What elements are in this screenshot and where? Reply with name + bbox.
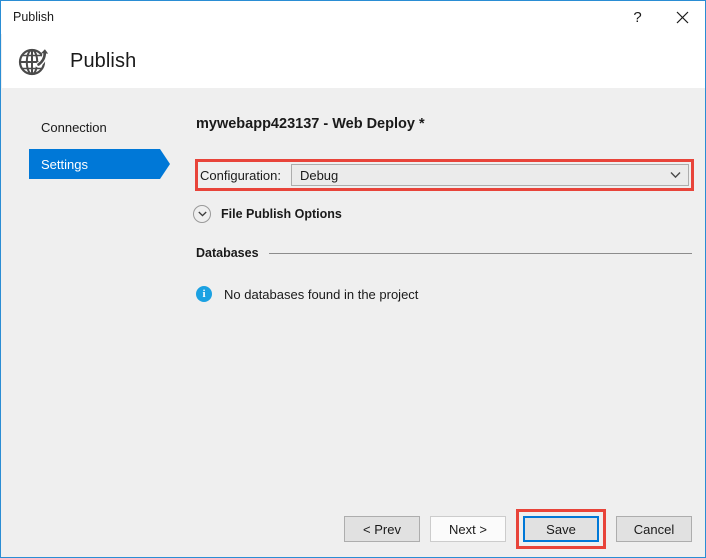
sidebar-item-label: Connection: [41, 120, 107, 135]
save-button[interactable]: Save: [523, 516, 599, 542]
databases-empty-state: i No databases found in the project: [196, 286, 418, 302]
prev-button[interactable]: < Prev: [344, 516, 420, 542]
sidebar-item-connection[interactable]: Connection: [29, 112, 160, 142]
caption-buttons: ?: [615, 1, 705, 33]
title-bar: Publish ?: [1, 1, 705, 34]
databases-empty-message: No databases found in the project: [224, 287, 418, 302]
configuration-dropdown[interactable]: Debug: [291, 164, 689, 186]
globe-publish-icon: [16, 43, 52, 79]
save-button-highlight: Save: [516, 509, 606, 549]
cancel-button[interactable]: Cancel: [616, 516, 692, 542]
dialog-footer: < Prev Next > Save Cancel: [182, 514, 692, 544]
publish-dialog: Publish ? Publish: [0, 0, 706, 558]
dialog-body: Connection Settings mywebapp423137 - Web…: [2, 88, 706, 556]
sidebar-item-settings[interactable]: Settings: [29, 149, 160, 179]
configuration-row: Configuration: Debug: [200, 164, 689, 186]
next-button[interactable]: Next >: [430, 516, 506, 542]
help-icon[interactable]: ?: [615, 1, 660, 33]
databases-label: Databases: [196, 246, 259, 260]
close-icon[interactable]: [660, 1, 705, 33]
window-title: Publish: [13, 1, 54, 34]
chevron-down-icon: [670, 172, 681, 179]
sidebar-item-label: Settings: [41, 157, 88, 172]
sidebar: Connection Settings: [2, 88, 182, 556]
settings-panel: mywebapp423137 - Web Deploy * Configurat…: [182, 88, 706, 556]
databases-group-header: Databases: [196, 246, 692, 260]
configuration-value: Debug: [300, 168, 338, 183]
chevron-down-icon: [193, 205, 211, 223]
dialog-header: Publish: [2, 34, 706, 88]
page-title: Publish: [70, 50, 136, 73]
file-publish-options-expander[interactable]: File Publish Options: [193, 205, 342, 223]
file-publish-options-label: File Publish Options: [221, 207, 342, 221]
profile-heading: mywebapp423137 - Web Deploy *: [196, 116, 425, 132]
divider: [269, 253, 692, 254]
info-icon: i: [196, 286, 212, 302]
configuration-label: Configuration:: [200, 168, 281, 183]
